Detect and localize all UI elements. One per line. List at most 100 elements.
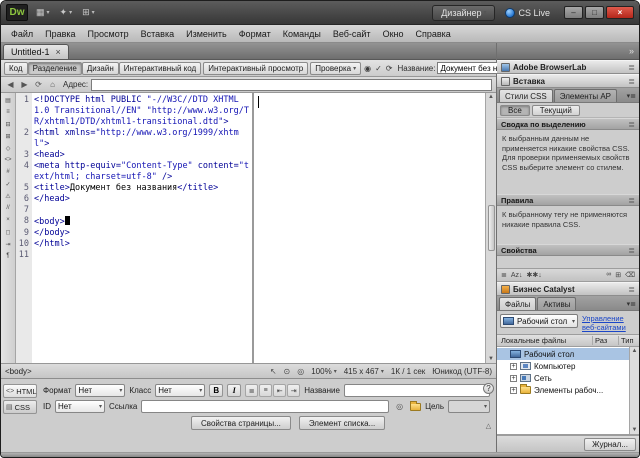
expander-icon[interactable]: +	[510, 375, 517, 382]
indent-icon[interactable]: ⇥	[287, 384, 300, 397]
forward-icon[interactable]: ▶	[19, 80, 30, 89]
menu-item[interactable]: Команды	[277, 28, 327, 40]
format-select[interactable]: Нет▾	[75, 384, 125, 397]
apply-comment-icon[interactable]: //	[3, 203, 14, 213]
open-documents-icon[interactable]: ▤	[3, 95, 14, 105]
remove-comment-icon[interactable]: ×	[3, 215, 14, 225]
show-code-navigator-icon[interactable]: ≡	[3, 107, 14, 117]
balance-braces-icon[interactable]: #	[3, 167, 14, 177]
refresh-design-icon[interactable]: ⟳	[385, 62, 394, 75]
ordered-list-icon[interactable]: ≡	[259, 384, 272, 397]
css-panel-options-icon[interactable]: ▾≣	[627, 92, 639, 102]
maximize-button[interactable]: □	[585, 6, 604, 19]
business-catalyst-menu-icon[interactable]: ≣	[628, 285, 635, 294]
view-mode-button[interactable]: Интерактивный код	[119, 62, 201, 75]
column-type[interactable]: Тип	[619, 336, 639, 345]
zoom-level-select[interactable]: 100%▾	[311, 367, 336, 376]
recent-snippets-icon[interactable]: ⇥	[3, 239, 14, 249]
view-mode-button[interactable]: Разделение	[28, 62, 82, 75]
tab-files[interactable]: Файлы	[499, 297, 536, 310]
list-item-button[interactable]: Элемент списка...	[299, 416, 385, 430]
tree-item[interactable]: +Компьютер	[497, 360, 629, 372]
css-current-button[interactable]: Текущий	[532, 105, 580, 116]
expander-icon[interactable]: +	[510, 387, 517, 394]
format-source-code-icon[interactable]: ¶	[3, 251, 14, 261]
show-category-view-icon[interactable]: ≣	[501, 271, 507, 279]
home-icon[interactable]: ⌂	[47, 80, 58, 89]
select-tool-icon[interactable]: ↖	[270, 367, 277, 376]
scroll-down-icon[interactable]: ▼	[488, 356, 494, 362]
tab-assets[interactable]: Активы	[537, 297, 576, 310]
css-all-button[interactable]: Все	[500, 105, 530, 116]
tab-close-icon[interactable]: ×	[56, 47, 61, 57]
bold-button[interactable]: B	[209, 384, 223, 397]
browse-folder-icon[interactable]	[410, 403, 421, 411]
layout-switcher-icon[interactable]: ▦▾	[34, 7, 52, 18]
collapse-properties-icon[interactable]: △	[486, 422, 491, 430]
tab-css-styles[interactable]: Стили CSS	[499, 89, 553, 102]
cs-live-button[interactable]: CS Live	[501, 8, 554, 18]
collapse-full-tag-icon[interactable]: ⊟	[3, 119, 14, 129]
properties-html-tab[interactable]: <>HTML	[3, 384, 37, 398]
browserlab-panel-header[interactable]: Adobe BrowserLab ≣	[497, 60, 639, 74]
menu-item[interactable]: Веб-сайт	[327, 28, 377, 40]
back-icon[interactable]: ◀	[5, 80, 16, 89]
design-view[interactable]	[254, 93, 485, 363]
minimize-button[interactable]: –	[564, 6, 583, 19]
view-mode-button[interactable]: Код	[4, 62, 28, 75]
tree-item[interactable]: +Элементы рабоч...	[497, 384, 629, 396]
address-input[interactable]	[91, 79, 492, 91]
line-numbers-icon[interactable]: ✓	[3, 179, 14, 189]
new-css-rule-icon[interactable]: ⊞	[615, 271, 621, 279]
unordered-list-icon[interactable]: ≣	[245, 384, 258, 397]
live-view-button[interactable]: Интерактивный просмотр	[203, 62, 308, 75]
show-set-properties-icon[interactable]: ✱✱↓	[527, 271, 542, 279]
menu-item[interactable]: Правка	[39, 28, 81, 40]
document-tab[interactable]: Untitled-1 ×	[3, 44, 69, 59]
files-scrollbar[interactable]: ▲ ▼	[629, 347, 639, 434]
tree-item[interactable]: +Сеть	[497, 372, 629, 384]
outdent-icon[interactable]: ⇤	[273, 384, 286, 397]
scrollbar-thumb[interactable]	[488, 205, 495, 251]
summary-menu-icon[interactable]: ≣	[628, 120, 635, 129]
browserlab-panel-menu-icon[interactable]: ≣	[628, 63, 635, 72]
preview-in-browser-icon[interactable]: ◉	[363, 62, 372, 75]
delete-css-rule-icon[interactable]: ⌫	[625, 271, 635, 279]
menu-item[interactable]: Файл	[5, 28, 39, 40]
link-input[interactable]	[141, 400, 389, 413]
select-parent-tag-icon[interactable]: <>	[3, 155, 14, 165]
hand-tool-icon[interactable]: ⊙	[284, 367, 291, 376]
title-attribute-input[interactable]	[344, 384, 490, 397]
zoom-tool-icon[interactable]: ◎	[297, 367, 304, 376]
italic-button[interactable]: I	[227, 384, 241, 397]
site-menu-icon[interactable]: ⊞▾	[80, 7, 97, 18]
collapse-selection-icon[interactable]: ⊞	[3, 131, 14, 141]
expand-all-icon[interactable]: ◇	[3, 143, 14, 153]
properties-css-tab[interactable]: ▤CSS	[3, 400, 37, 414]
files-scroll-down-icon[interactable]: ▼	[632, 427, 638, 433]
files-column-headers[interactable]: Локальные файлы Раз Тип	[497, 334, 639, 347]
menu-item[interactable]: Формат	[233, 28, 277, 40]
tab-ap-elements[interactable]: Элементы AP	[554, 89, 617, 102]
attach-stylesheet-icon[interactable]: ∞	[606, 271, 611, 279]
menu-item[interactable]: Справка	[409, 28, 456, 40]
view-mode-button[interactable]: Дизайн	[82, 62, 119, 75]
files-scroll-up-icon[interactable]: ▲	[632, 348, 638, 354]
class-select[interactable]: Нет▾	[155, 384, 205, 397]
css-properties-section-header[interactable]: Свойства ≣	[497, 244, 639, 256]
insert-panel-menu-icon[interactable]: ≣	[628, 77, 635, 86]
rules-menu-icon[interactable]: ≣	[628, 196, 635, 205]
close-button[interactable]: ×	[606, 6, 634, 19]
tree-item[interactable]: Рабочий стол	[497, 348, 629, 360]
menu-item[interactable]: Вставка	[135, 28, 180, 40]
point-to-file-icon[interactable]: ◎	[393, 400, 406, 413]
summary-section-header[interactable]: Сводка по выделению ≣	[497, 118, 639, 130]
business-catalyst-panel-header[interactable]: Бизнес Catalyst ≣	[497, 282, 639, 296]
id-select[interactable]: Нет▾	[55, 400, 105, 413]
wrap-tag-icon[interactable]: ◻	[3, 227, 14, 237]
design-scrollbar[interactable]: ▲ ▼	[485, 93, 496, 363]
refresh-icon[interactable]: ⟳	[33, 80, 44, 89]
inspect-button[interactable]: Проверка▾	[310, 62, 361, 75]
show-list-view-icon[interactable]: Az↓	[511, 272, 523, 279]
extend-dreamweaver-icon[interactable]: ✦▾	[58, 7, 75, 18]
